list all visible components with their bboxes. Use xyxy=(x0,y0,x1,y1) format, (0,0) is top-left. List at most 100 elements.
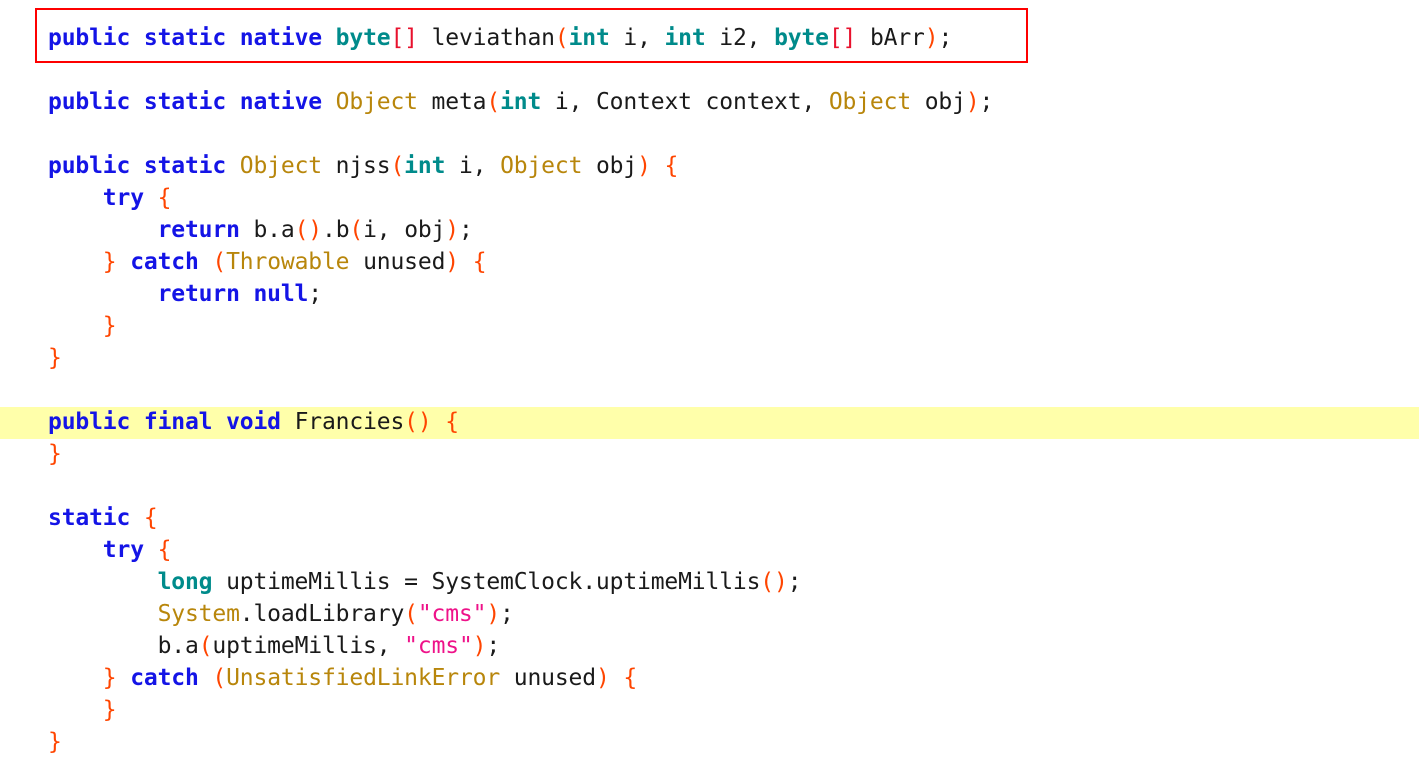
code-token-op: . xyxy=(267,217,281,243)
code-line[interactable]: public final void Francies() { xyxy=(48,406,459,438)
code-token-op: , xyxy=(746,25,775,51)
code-line[interactable]: } xyxy=(48,310,117,342)
code-line[interactable]: } catch (UnsatisfiedLinkError unused) { xyxy=(48,662,637,694)
code-token-punc: ( xyxy=(349,217,364,243)
code-token-punc: ( xyxy=(198,633,213,659)
code-token-kw: catch xyxy=(130,249,199,275)
code-token-brk: [] xyxy=(390,25,418,51)
code-line[interactable]: try { xyxy=(48,182,172,214)
code-token-plain: njss xyxy=(321,153,391,179)
code-line[interactable]: } xyxy=(48,726,62,758)
code-token-plain: SystemClock xyxy=(417,569,583,595)
code-line[interactable]: return b.a().b(i, obj); xyxy=(48,214,473,246)
code-token-plain: b xyxy=(239,217,268,243)
code-token-punc: ) xyxy=(637,153,651,179)
code-line[interactable]: } xyxy=(48,438,62,470)
code-token-plain: unused xyxy=(500,665,596,691)
code-token-prim: int xyxy=(500,89,542,115)
code-line[interactable]: } xyxy=(48,694,117,726)
code-token-op: . xyxy=(582,569,596,595)
code-token-plain: obj xyxy=(582,153,638,179)
code-line[interactable]: try { xyxy=(48,534,172,566)
code-line[interactable]: } catch (Throwable unused) { xyxy=(48,246,487,278)
code-token-punc: ( xyxy=(554,25,569,51)
code-line[interactable]: public static native byte[] leviathan(in… xyxy=(48,22,952,54)
code-line[interactable]: return null; xyxy=(48,278,323,310)
code-token-punc: ) xyxy=(965,89,980,115)
code-token-punc: { xyxy=(445,409,459,435)
code-token-punc: } xyxy=(102,313,117,339)
code-token-punc: { xyxy=(623,665,638,691)
code-token-punc: () xyxy=(294,217,323,243)
code-token-punc: } xyxy=(102,665,117,691)
code-token-plain: obj xyxy=(404,217,446,243)
code-token-punc: ) xyxy=(924,25,939,51)
code-token-op: , xyxy=(472,153,501,179)
code-token-plain: meta xyxy=(417,89,487,115)
code-line[interactable]: b.a(uptimeMillis, "cms"); xyxy=(48,630,501,662)
code-token-prim: int xyxy=(568,25,610,51)
code-token-plain: i xyxy=(363,217,377,243)
code-line[interactable]: System.loadLibrary("cms"); xyxy=(48,598,514,630)
code-token-kw: catch xyxy=(130,665,199,691)
code-token-plain: Francies xyxy=(280,409,405,435)
code-token-kw: try xyxy=(102,185,144,211)
code-token-op: ; xyxy=(979,89,994,115)
code-token-kw: final xyxy=(143,409,213,435)
code-token-prim: int xyxy=(404,153,446,179)
code-token-punc: ( xyxy=(486,89,501,115)
code-token-op: ; xyxy=(459,217,473,243)
code-viewer[interactable]: public static native byte[] leviathan(in… xyxy=(0,0,1419,756)
code-token-op: , xyxy=(376,633,405,659)
code-token-kw: void xyxy=(226,409,281,435)
code-token-kw: native xyxy=(239,25,322,51)
code-line[interactable]: public static Object njss(int i, Object … xyxy=(48,150,678,182)
code-token-punc: ( xyxy=(212,249,227,275)
code-token-kw: static xyxy=(143,153,227,179)
code-token-plain: bArr xyxy=(856,25,925,51)
code-token-punc: } xyxy=(102,697,117,723)
code-token-plain: obj xyxy=(911,89,966,115)
code-token-brk: [] xyxy=(828,25,857,51)
code-token-str: "cms" xyxy=(417,601,487,627)
code-token-punc: } xyxy=(48,345,62,371)
code-token-punc: { xyxy=(664,153,679,179)
code-token-punc: ) xyxy=(486,601,501,627)
code-line[interactable]: public static native Object meta(int i, … xyxy=(48,86,993,118)
code-token-plain: i xyxy=(445,153,473,179)
code-token-kw: try xyxy=(102,537,144,563)
code-token-type: Object xyxy=(239,153,322,179)
code-line[interactable]: } xyxy=(48,342,62,374)
code-token-prim: long xyxy=(157,569,213,595)
code-token-punc: ( xyxy=(212,665,227,691)
code-token-punc: { xyxy=(157,537,172,563)
code-token-plain: Context context xyxy=(595,89,802,115)
code-line[interactable]: long uptimeMillis = SystemClock.uptimeMi… xyxy=(48,566,802,598)
code-token-plain: i xyxy=(541,89,569,115)
code-token-punc: { xyxy=(143,505,158,531)
code-token-op: , xyxy=(801,89,829,115)
code-token-type: Throwable xyxy=(226,249,350,275)
code-token-op: . xyxy=(171,633,185,659)
code-token-plain: unused xyxy=(349,249,446,275)
code-token-punc: } xyxy=(48,441,62,467)
code-token-kw: public xyxy=(48,153,131,179)
code-line[interactable]: static { xyxy=(48,502,158,534)
code-token-plain: leviathan xyxy=(417,25,555,51)
